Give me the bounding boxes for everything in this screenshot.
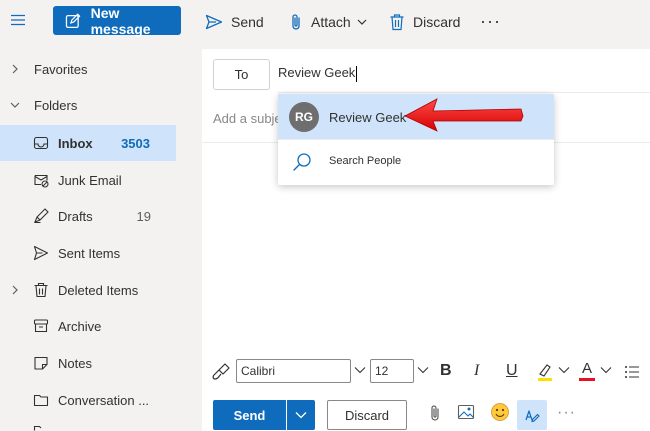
sidebar-item-label: Archive: [58, 318, 102, 334]
sidebar-item-sent-items[interactable]: Sent Items: [0, 235, 176, 271]
font-name-select[interactable]: Calibri: [236, 359, 351, 383]
chevron-down-icon: [10, 102, 20, 108]
to-input-text: Review Geek: [278, 65, 356, 80]
image-icon[interactable]: [457, 404, 475, 420]
highlighter-icon[interactable]: [536, 362, 554, 382]
bold-button[interactable]: B: [440, 362, 452, 380]
sidebar-favorites[interactable]: Favorites: [0, 51, 176, 87]
compose-action-bar: Send Discard ···: [202, 390, 650, 431]
subject-input[interactable]: Add a subje: [213, 111, 282, 126]
sidebar-item-archive[interactable]: Archive: [0, 308, 176, 344]
more-options-button[interactable]: ···: [557, 404, 576, 422]
toolbar-send-label: Send: [231, 14, 264, 30]
avatar: RG: [289, 102, 319, 132]
sidebar-item-label: Conversation ...: [58, 392, 150, 408]
editor-pen-icon: [525, 410, 540, 423]
toolbar-discard-label: Discard: [413, 14, 461, 30]
sidebar-item-conversation[interactable]: Conversation ...: [0, 382, 176, 418]
inbox-icon: [33, 136, 49, 150]
toolbar-discard-button[interactable]: Discard: [389, 9, 460, 35]
sidebar-item-label: Inbox: [58, 135, 93, 151]
italic-button[interactable]: I: [474, 362, 479, 380]
editor-button[interactable]: [517, 400, 547, 430]
compose-icon: [65, 12, 81, 28]
to-button[interactable]: To: [213, 59, 270, 90]
archive-icon: [33, 319, 49, 333]
toolbar-attach-button[interactable]: Attach: [289, 9, 367, 35]
paperclip-icon: [292, 14, 300, 30]
sidebar-item-label: Notes: [58, 355, 92, 371]
emoji-icon[interactable]: [490, 402, 510, 422]
chevron-down-icon[interactable]: [417, 366, 429, 374]
to-input[interactable]: Review Geek: [278, 65, 358, 82]
font-size-select[interactable]: 12: [370, 359, 414, 383]
chevron-down-icon[interactable]: [558, 366, 570, 374]
underline-button[interactable]: U: [506, 362, 518, 380]
chevron-down-icon: [295, 412, 307, 419]
sent-icon: [33, 245, 49, 261]
sidebar-item-label: Deleted Items: [58, 282, 139, 298]
folders-label: Folders: [34, 97, 78, 113]
new-message-button[interactable]: New message: [53, 4, 181, 37]
folder-icon: [33, 394, 49, 407]
red-arrow-annotation: [404, 98, 524, 132]
chevron-down-icon[interactable]: [354, 366, 366, 374]
sidebar: Favorites Folders Inbox 3503 Junk Email …: [0, 44, 180, 431]
folder-icon: [33, 425, 49, 431]
chevron-right-icon: [12, 64, 18, 74]
sidebar-item-drafts[interactable]: Drafts 19: [0, 198, 176, 234]
discard-button[interactable]: Discard: [327, 400, 407, 430]
drafts-icon: [34, 208, 49, 224]
paperclip-icon[interactable]: [429, 404, 441, 422]
new-message-label: New message: [90, 4, 151, 37]
chevron-down-icon[interactable]: [600, 366, 612, 374]
trash-icon: [34, 282, 48, 298]
search-people-label: Search People: [329, 155, 402, 167]
toolbar-send-button[interactable]: Send: [205, 9, 264, 35]
font-color-letter: A: [581, 360, 592, 377]
toolbar-attach-label: Attach: [311, 14, 351, 30]
send-icon: [205, 14, 223, 30]
font-color-swatch: [579, 378, 595, 381]
unread-count: 3503: [121, 135, 150, 151]
sidebar-folders[interactable]: Folders: [0, 87, 176, 123]
favorites-label: Favorites: [34, 61, 88, 77]
send-options-button[interactable]: [287, 400, 315, 430]
format-painter-icon[interactable]: [211, 362, 231, 382]
sidebar-item-label: Sent Items: [58, 245, 121, 261]
font-color-button[interactable]: A: [578, 360, 596, 381]
sidebar-item-deleted-items[interactable]: Deleted Items: [0, 272, 176, 308]
send-button[interactable]: Send: [213, 400, 286, 430]
format-toolbar: Calibri 12 B I U A: [202, 354, 650, 390]
junk-icon: [34, 174, 49, 188]
notes-icon: [34, 356, 48, 370]
sidebar-item-label: Junk Email: [58, 172, 122, 188]
hamburger-menu-icon[interactable]: [10, 14, 28, 28]
sidebar-item-inbox[interactable]: Inbox 3503: [0, 125, 176, 161]
sidebar-item-notes[interactable]: Notes: [0, 345, 176, 381]
top-toolbar: New message Send Attach Discard ···: [0, 0, 650, 44]
chevron-right-icon[interactable]: [10, 285, 20, 295]
bullets-icon[interactable]: [624, 365, 640, 379]
suggestion-name: Review Geek: [329, 110, 407, 125]
trash-icon: [390, 14, 404, 31]
sidebar-item-junk-email[interactable]: Junk Email: [0, 162, 176, 198]
text-caret: [356, 65, 358, 82]
item-count: 19: [136, 208, 151, 224]
chevron-down-icon: [357, 19, 367, 25]
sidebar-item-label: Drafts: [58, 208, 93, 224]
to-divider: [278, 92, 650, 93]
toolbar-more-button[interactable]: ···: [480, 8, 501, 34]
search-icon: [293, 153, 311, 171]
search-people-option[interactable]: Search People: [278, 140, 554, 185]
